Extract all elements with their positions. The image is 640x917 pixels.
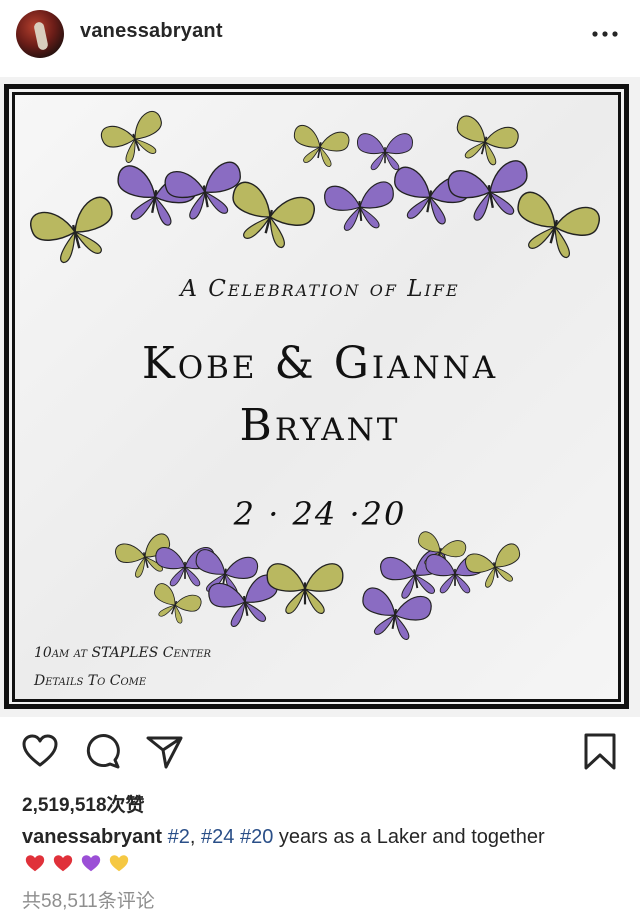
post-actions: [0, 730, 640, 776]
butterfly-icon: [266, 563, 344, 614]
butterfly-icon: [517, 191, 600, 259]
details-line-2: Details To Come: [34, 673, 147, 689]
names-line-2: Bryant: [239, 400, 401, 451]
caption-separator-1: ,: [189, 826, 202, 848]
butterfly-icon: [456, 115, 519, 166]
caption-username[interactable]: vanessabryant: [22, 826, 162, 848]
likes-number: 2,519,518: [22, 795, 107, 816]
red-heart-icon: [52, 852, 74, 874]
invitation-date: 2 · 24 ·20: [233, 495, 407, 533]
invitation-subtitle: A Celebration of Life: [180, 276, 460, 302]
hashtag-2[interactable]: #2: [168, 826, 190, 848]
invitation-names: Kobe & Gianna Bryant: [0, 333, 640, 457]
butterfly-icon: [362, 587, 432, 640]
butterfly-icon: [30, 196, 113, 264]
butterfly-icon: [154, 583, 202, 624]
butterfly-icon: [101, 110, 162, 163]
butterfly-icon: [324, 181, 394, 231]
purple-heart-icon: [80, 852, 102, 874]
view-comments-link[interactable]: 共58,511条评论: [22, 886, 155, 913]
avatar[interactable]: [16, 10, 64, 58]
bookmark-icon[interactable]: [580, 730, 620, 772]
butterfly-icon: [465, 543, 521, 588]
post-caption: vanessabryant #2, #24 #20 years as a Lak…: [22, 826, 632, 849]
comment-bubble-icon[interactable]: [82, 730, 122, 772]
caption-hearts: [24, 852, 136, 878]
details-line-1: 10am at STAPLES Center: [34, 645, 212, 661]
post-image[interactable]: A Celebration of Life Kobe & Gianna Brya…: [0, 77, 640, 717]
invitation-details: 10am at STAPLES Center Details To Come: [34, 639, 211, 695]
red-heart-icon: [24, 852, 46, 874]
post-header: vanessabryant: [0, 0, 640, 72]
hashtag-24[interactable]: #24: [201, 826, 234, 848]
post-username[interactable]: vanessabryant: [80, 20, 223, 43]
caption-text: years as a Laker and together: [273, 826, 545, 848]
paper-plane-icon[interactable]: [144, 730, 184, 772]
more-options-icon[interactable]: [590, 24, 620, 44]
likes-suffix: 次赞: [106, 795, 145, 816]
names-line-1: Kobe & Gianna: [141, 338, 499, 389]
hashtag-20[interactable]: #20: [240, 826, 273, 848]
butterfly-icon: [357, 133, 413, 171]
butterfly-icon: [293, 125, 350, 167]
yellow-heart-icon: [108, 852, 130, 874]
heart-outline-icon[interactable]: [20, 730, 60, 772]
butterfly-icon: [232, 181, 315, 249]
likes-count[interactable]: 2,519,518次赞: [22, 790, 145, 817]
